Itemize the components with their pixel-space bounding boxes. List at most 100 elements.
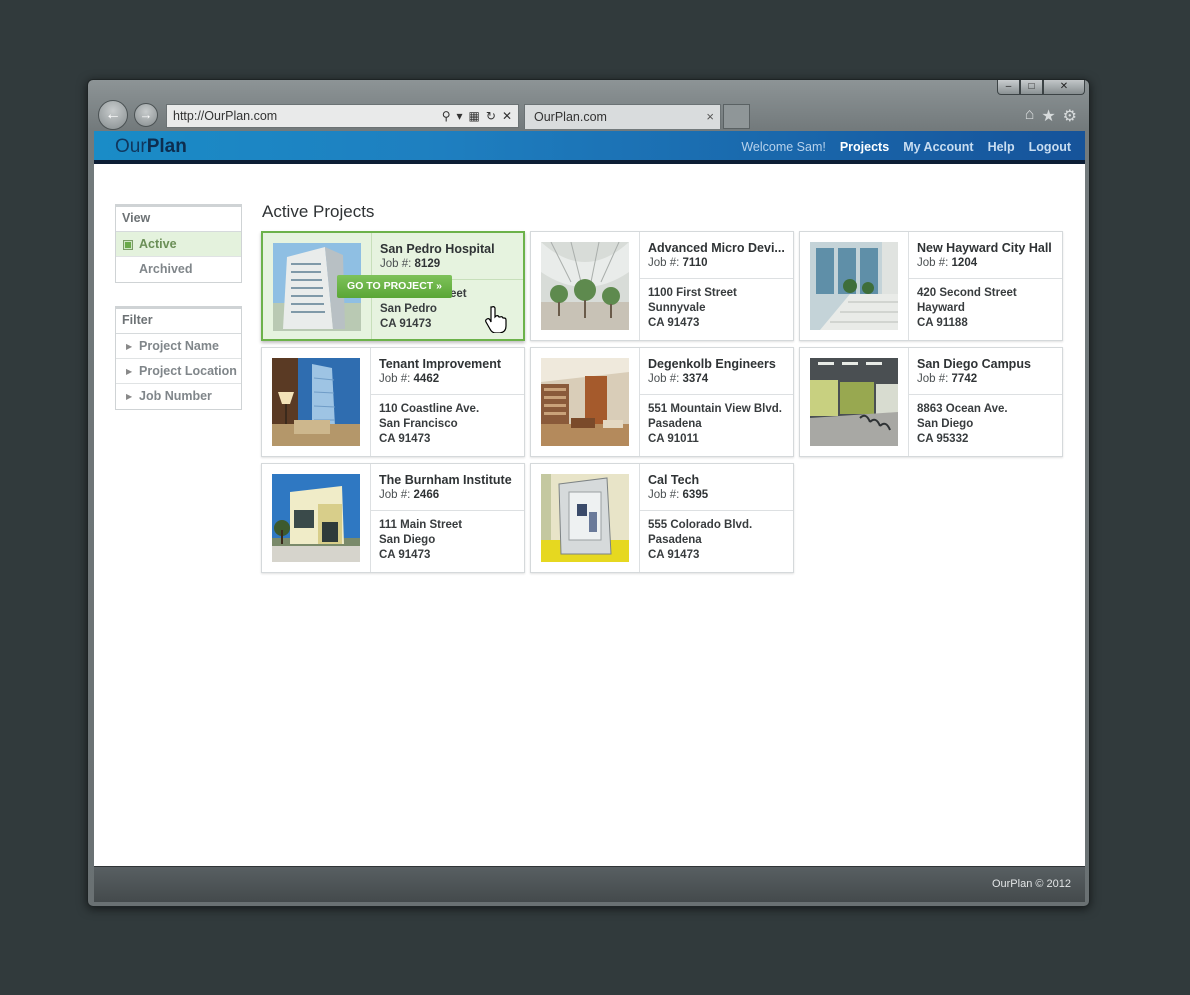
project-thumbnail bbox=[541, 358, 629, 446]
job-number: 7110 bbox=[682, 257, 708, 269]
address-street: 1100 First Street bbox=[648, 287, 737, 299]
address-street: 420 Second Street bbox=[917, 287, 1017, 299]
filter-project-location[interactable]: ▶ Project Location bbox=[116, 359, 241, 384]
job-label: Job #: bbox=[648, 257, 680, 269]
address-state: CA 91473 bbox=[379, 433, 431, 445]
address-city: San Diego bbox=[917, 418, 974, 430]
filter-job-number[interactable]: ▶ Job Number bbox=[116, 384, 241, 409]
address-street: 551 Mountain View Blvd. bbox=[648, 403, 782, 415]
address-city: San Francisco bbox=[379, 418, 458, 430]
project-card[interactable]: New Hayward City Hall Job #: 1204 420 Se… bbox=[799, 231, 1063, 341]
project-address: 111 Main Street San Diego CA 91473 bbox=[379, 518, 462, 563]
caret-right-icon: ▶ bbox=[126, 342, 133, 351]
close-window-button[interactable]: ✕ bbox=[1043, 80, 1085, 95]
project-name: Cal Tech bbox=[648, 473, 700, 487]
project-address: 551 Mountain View Blvd. Pasadena CA 9101… bbox=[648, 402, 782, 447]
project-card[interactable]: Advanced Micro Devi... Job #: 7110 1100 … bbox=[530, 231, 794, 341]
address-state: CA 91188 bbox=[917, 317, 968, 329]
project-card[interactable]: San Diego Campus Job #: 7742 8863 Ocean … bbox=[799, 347, 1063, 457]
address-city: Sunnyvale bbox=[648, 302, 706, 314]
url-input[interactable] bbox=[167, 106, 442, 126]
nav-logout[interactable]: Logout bbox=[1029, 140, 1071, 154]
caret-right-icon: ▶ bbox=[126, 367, 133, 376]
project-card[interactable]: San Pedro Hospital Job #: 8129 eet San P… bbox=[261, 231, 525, 341]
project-thumbnail bbox=[272, 358, 360, 446]
arrow-right-icon: → bbox=[139, 107, 153, 122]
project-name: Advanced Micro Devi... bbox=[648, 241, 785, 255]
dropdown-icon[interactable]: ▾ bbox=[457, 109, 463, 123]
project-name: Tenant Improvement bbox=[379, 357, 502, 371]
job-label: Job #: bbox=[917, 257, 949, 269]
view-item-archived[interactable]: Archived bbox=[116, 257, 241, 282]
filter-label: Project Name bbox=[139, 339, 219, 353]
job-label: Job #: bbox=[917, 373, 949, 385]
project-thumbnail bbox=[810, 358, 898, 446]
browser-tab[interactable]: OurPlan.com × bbox=[524, 104, 721, 129]
address-state: CA 91473 bbox=[379, 549, 431, 561]
address-city: Pasadena bbox=[648, 418, 702, 430]
new-tab-button[interactable] bbox=[723, 104, 750, 129]
project-thumbnail bbox=[541, 242, 629, 330]
project-job: Job #: 3374 bbox=[648, 373, 708, 385]
card-divider bbox=[639, 232, 640, 340]
forward-button[interactable]: → bbox=[134, 103, 158, 127]
gear-icon[interactable]: ⚙ bbox=[1063, 106, 1077, 126]
address-street: 110 Coastline Ave. bbox=[379, 403, 480, 415]
window-controls: – □ ✕ bbox=[997, 80, 1085, 95]
site-header: OurPlan Welcome Sam! Projects My Account… bbox=[94, 131, 1085, 164]
address-state: CA 91473 bbox=[648, 549, 700, 561]
project-job: Job #: 8129 bbox=[380, 258, 440, 270]
view-item-label: Active bbox=[139, 237, 177, 251]
card-separator bbox=[909, 278, 1062, 279]
project-job: Job #: 6395 bbox=[648, 489, 708, 501]
project-card[interactable]: Cal Tech Job #: 6395 555 Colorado Blvd. … bbox=[530, 463, 794, 573]
card-divider bbox=[370, 464, 371, 572]
nav-help[interactable]: Help bbox=[988, 140, 1015, 154]
card-separator bbox=[371, 510, 524, 511]
maximize-button[interactable]: □ bbox=[1020, 80, 1043, 95]
filter-label: Job Number bbox=[139, 389, 212, 403]
logo-plan: Plan bbox=[146, 136, 187, 157]
tab-title: OurPlan.com bbox=[534, 110, 607, 124]
nav-projects[interactable]: Projects bbox=[840, 140, 889, 154]
site-logo[interactable]: OurPlan bbox=[115, 136, 187, 158]
star-icon[interactable]: ★ bbox=[1041, 106, 1055, 126]
project-name: New Hayward City Hall bbox=[917, 241, 1052, 255]
arrow-left-icon: ← bbox=[105, 106, 121, 123]
logo-our: Our bbox=[115, 136, 147, 157]
card-divider bbox=[908, 232, 909, 340]
nav-my-account[interactable]: My Account bbox=[903, 140, 973, 154]
browser-toolbar: ⌂ ★ ⚙ bbox=[1025, 106, 1077, 126]
project-name: San Diego Campus bbox=[917, 357, 1031, 371]
stop-icon[interactable]: ✕ bbox=[502, 109, 512, 123]
address-city: Hayward bbox=[917, 302, 965, 314]
card-divider bbox=[639, 464, 640, 572]
project-address: 420 Second Street Hayward CA 91188 bbox=[917, 286, 1017, 331]
hand-cursor-icon bbox=[485, 306, 507, 333]
go-to-project-button[interactable]: GO TO PROJECT » bbox=[337, 275, 452, 298]
search-icon[interactable]: ⚲ bbox=[442, 109, 451, 123]
address-city: Pasadena bbox=[648, 534, 702, 546]
project-name: San Pedro Hospital bbox=[380, 242, 495, 256]
project-card[interactable]: Degenkolb Engineers Job #: 3374 551 Moun… bbox=[530, 347, 794, 457]
card-separator bbox=[371, 394, 524, 395]
job-number: 6395 bbox=[682, 489, 709, 501]
project-card[interactable]: Tenant Improvement Job #: 4462 110 Coast… bbox=[261, 347, 525, 457]
refresh-icon[interactable]: ↻ bbox=[486, 109, 496, 123]
compatibility-icon[interactable]: ▦ bbox=[469, 109, 480, 123]
home-icon[interactable]: ⌂ bbox=[1025, 106, 1035, 126]
project-job: Job #: 2466 bbox=[379, 489, 439, 501]
address-bar[interactable]: ⚲ ▾ ▦ ↻ ✕ bbox=[166, 104, 519, 128]
tab-close-icon[interactable]: × bbox=[706, 105, 714, 129]
address-street: 555 Colorado Blvd. bbox=[648, 519, 753, 531]
project-card[interactable]: The Burnham Institute Job #: 2466 111 Ma… bbox=[261, 463, 525, 573]
job-number: 2466 bbox=[413, 489, 440, 501]
job-label: Job #: bbox=[379, 489, 411, 501]
filter-project-name[interactable]: ▶ Project Name bbox=[116, 334, 241, 359]
minimize-button[interactable]: – bbox=[997, 80, 1020, 95]
project-job: Job #: 4462 bbox=[379, 373, 439, 385]
job-number: 3374 bbox=[682, 373, 709, 385]
view-item-active[interactable]: Active bbox=[116, 232, 241, 257]
back-button[interactable]: ← bbox=[98, 100, 128, 130]
address-state: CA 91473 bbox=[380, 318, 432, 330]
